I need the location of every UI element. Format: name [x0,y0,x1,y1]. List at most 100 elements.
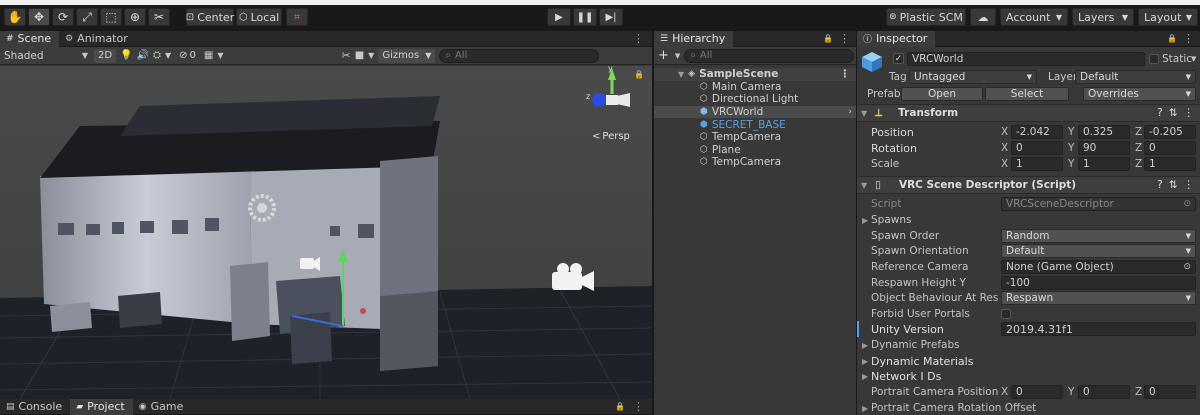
tab-hierarchy[interactable]: ☰ Hierarchy [654,30,734,47]
help-icon[interactable]: ? [1157,179,1163,191]
list-item[interactable]: ⬢ SECRET_BASE [654,118,856,131]
scene-root-item[interactable]: ▼ ◈ SampleScene ⋮ [654,68,856,81]
audio-icon[interactable]: 🔊 [137,50,149,61]
dropdown-arrow-icon[interactable]: ▼ [368,51,374,60]
lock-icon[interactable]: 🔒 [634,70,644,79]
network-ids-row[interactable]: ▶ Network I Ds [857,368,1200,384]
preset-icon[interactable]: ⇅ [1169,179,1178,191]
rotate-tool-button[interactable]: ⟳ [52,8,74,26]
component-menu-icon[interactable]: ⋮ [1184,179,1195,191]
rotation-z-field[interactable]: 0 [1144,141,1196,155]
tag-dropdown[interactable]: Untagged ▼ [909,70,1037,84]
shading-mode-dropdown[interactable]: Shaded ▼ [2,50,90,62]
scene-search-input[interactable]: ⌕ All [439,48,600,63]
scale-x-field[interactable]: 1 [1011,157,1063,171]
grid-icon[interactable]: ▦ [204,50,213,61]
panel-menu-icon[interactable]: ⋮ [633,400,652,413]
preset-icon[interactable]: ⇅ [1169,107,1178,119]
dynamic-prefabs-row[interactable]: ▶ Dynamic Prefabs [857,337,1200,353]
lock-icon[interactable]: 🔒 [615,402,633,411]
list-item[interactable]: ⬡ Directional Light [654,93,856,106]
hidden-objects-toggle[interactable]: ⊘ 0 [175,48,200,63]
portrait-pos-x-field[interactable]: 0 [1011,385,1063,399]
prefab-select-button[interactable]: Select [985,87,1069,101]
layout-dropdown[interactable]: Layout ▼ [1138,8,1198,26]
orientation-gizmo[interactable]: y z [582,66,642,126]
panel-menu-icon[interactable]: ⋮ [839,32,856,45]
tab-console[interactable]: ▤ Console [0,399,70,415]
unity-version-field[interactable]: 2019.4.31f1 [1001,322,1196,336]
static-checkbox[interactable] [1149,54,1159,64]
tab-inspector[interactable]: ⓘ Inspector [857,30,936,47]
position-y-field[interactable]: 0.325 [1078,125,1130,139]
position-z-field[interactable]: -0.205 [1144,125,1196,139]
dropdown-arrow-icon[interactable]: ▼ [675,52,680,60]
list-item[interactable]: ⬡ Plane [654,144,856,157]
chevron-right-icon[interactable]: › [848,107,856,117]
portrait-pos-y-field[interactable]: 0 [1078,385,1130,399]
dynamic-materials-row[interactable]: ▶ Dynamic Materials [857,353,1200,369]
script-field[interactable]: VRCSceneDescriptor ⊙ [1001,197,1196,211]
portrait-rotation-row[interactable]: ▶ Portrait Camera Rotation Offset [857,400,1200,415]
position-x-field[interactable]: -2.042 [1011,125,1063,139]
pivot-local-button[interactable]: ⬡ Local [236,8,282,26]
active-checkbox[interactable]: ✓ [893,53,904,64]
pause-button[interactable]: ❚❚ [573,8,597,26]
custom-tool-button[interactable]: ✂ [148,8,170,26]
effects-icon[interactable]: ⛭ [153,50,161,61]
dropdown-arrow-icon[interactable]: ▼ [165,51,171,60]
dropdown-arrow-icon[interactable]: ▼ [1191,55,1196,63]
component-menu-icon[interactable]: ⋮ [1184,107,1195,119]
scene-viewport[interactable]: y z < Persp 🔒 [0,66,652,399]
prefab-overrides-dropdown[interactable]: Overrides ▼ [1083,87,1196,101]
rect-tool-button[interactable]: ⬚ [100,8,122,26]
scale-z-field[interactable]: 1 [1144,157,1196,171]
transform-tool-button[interactable]: ⊕ [124,8,146,26]
dropdown-arrow-icon[interactable]: ▼ [217,51,223,60]
projection-toggle[interactable]: < Persp [592,131,630,142]
2d-toggle[interactable]: 2D [94,48,117,63]
tab-animator[interactable]: ⚙ Animator [59,31,136,47]
camera-icon[interactable]: ■ [355,50,364,61]
scale-tool-button[interactable]: ⤢ [76,8,98,26]
lock-icon[interactable]: 🔒 [823,34,839,43]
list-item[interactable]: ⬡ TempCamera [654,156,856,169]
reference-camera-field[interactable]: None (Game Object) ⊙ [1001,260,1196,274]
item-menu-icon[interactable]: ⋮ [840,68,857,80]
list-item[interactable]: ⬡ Main Camera [654,81,856,94]
play-button[interactable]: ▶ [547,8,571,26]
rotation-y-field[interactable]: 90 [1078,141,1130,155]
spawns-row[interactable]: ▶ Spawns [857,212,1200,228]
tools-icon[interactable]: ✂ [342,49,351,62]
help-icon[interactable]: ? [1157,107,1163,119]
tab-project[interactable]: ▰ Project [70,398,133,415]
list-item[interactable]: ⬢ VRCWorld › [654,105,856,119]
panel-menu-icon[interactable]: ⋮ [633,32,652,45]
rotation-x-field[interactable]: 0 [1011,141,1063,155]
forbid-portals-checkbox[interactable] [1001,309,1011,319]
object-behaviour-dropdown[interactable]: Respawn ▼ [1001,291,1196,305]
hierarchy-search-input[interactable]: ⌕ All [684,48,854,63]
tab-game[interactable]: ◉ Game [133,399,192,415]
transform-header[interactable]: ▼ ⟂ Transform ? ⇅ ⋮ [857,104,1200,122]
plastic-scm-button[interactable]: ⊛ Plastic SCM [886,8,966,26]
layer-dropdown[interactable]: Default ▼ [1075,70,1196,84]
prefab-open-button[interactable]: Open [901,87,983,101]
account-dropdown[interactable]: Account ▼ [1000,8,1068,26]
hand-tool-button[interactable]: ✋ [4,8,26,26]
cloud-button[interactable]: ☁ [970,8,996,26]
grid-snap-button[interactable]: ⌗ [286,8,308,26]
lighting-icon[interactable]: 💡 [120,50,132,61]
descriptor-header[interactable]: ▼ ▯ VRC Scene Descriptor (Script) ? ⇅ ⋮ [857,176,1200,194]
gizmos-dropdown[interactable]: Gizmos ▼ [378,48,436,63]
pivot-center-button[interactable]: ⊡ Center [186,8,234,26]
add-icon[interactable]: + [656,48,671,63]
respawn-height-field[interactable]: -100 [1001,276,1196,290]
spawn-order-dropdown[interactable]: Random ▼ [1001,229,1196,243]
tab-scene[interactable]: # Scene [0,30,60,47]
move-tool-button[interactable]: ✥ [28,8,50,26]
list-item[interactable]: ⬡ TempCamera [654,131,856,144]
step-button[interactable]: ▶| [599,8,623,26]
panel-menu-icon[interactable]: ⋮ [1183,32,1200,45]
portrait-pos-z-field[interactable]: 0 [1144,385,1196,399]
